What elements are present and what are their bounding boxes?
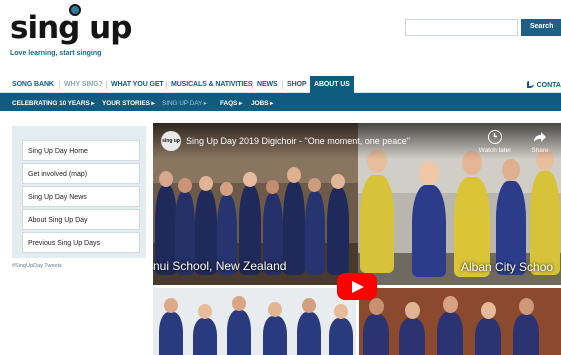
nav-divider: [252, 81, 253, 89]
subnav-celebrating-10-years[interactable]: CELEBRATING 10 YEARS ▸: [12, 93, 95, 111]
nav-about-us[interactable]: ABOUT US: [310, 76, 354, 93]
subnav-jobs[interactable]: JOBS ▸: [251, 93, 273, 111]
clock-icon: [488, 130, 502, 144]
video-scene-bottom-left: [153, 288, 356, 355]
nav-contact[interactable]: CONTA: [526, 76, 561, 93]
video-title[interactable]: Sing Up Day 2019 Digichoir - "One moment…: [186, 136, 410, 146]
sidebar-link-get-involved-map[interactable]: Get involved (map): [22, 163, 140, 184]
sing-up-logo[interactable]: sin g up Love learning, start singing: [10, 4, 132, 64]
watch-later-label: Watch later: [478, 147, 512, 154]
nav-contact-label: CONTA: [536, 82, 561, 89]
sidebar-link-about-sing-up-day[interactable]: About Sing Up Day: [22, 209, 140, 230]
search-button[interactable]: Search: [521, 19, 561, 36]
nav-divider: [282, 81, 283, 89]
youtube-play-button[interactable]: [337, 273, 377, 300]
watch-later-button[interactable]: Watch later: [475, 130, 515, 154]
subnav-your-stories[interactable]: YOUR STORIES ▸: [102, 93, 155, 111]
logo-tagline: Love learning, start singing: [10, 50, 102, 57]
nav-divider: [166, 81, 167, 89]
caption-left-school: nui School, New Zealand: [153, 259, 287, 273]
subnav-faqs[interactable]: FAQS ▸: [220, 93, 242, 111]
play-icon: [352, 281, 364, 293]
sidebar-link-previous-sing-up-days[interactable]: Previous Sing Up Days: [22, 232, 140, 253]
phone-icon: [526, 81, 534, 88]
logo-text-sin: sin: [10, 10, 59, 46]
main-nav: SONG BANK WHY SING? WHAT YOU GET MUSICAL…: [0, 76, 561, 93]
singupday-tweets-link[interactable]: #SingUpDay Tweets: [12, 263, 62, 269]
logo-text-up: up: [79, 10, 132, 46]
sidebar-link-sing-up-day-news[interactable]: Sing Up Day News: [22, 186, 140, 207]
nav-musicals-nativities[interactable]: MUSICALS & NATIVITIES: [171, 76, 252, 93]
caption-right-school: Alban City Schoo: [461, 260, 554, 274]
nav-news[interactable]: NEWS: [257, 76, 278, 93]
youtube-video-embed[interactable]: sing up Sing Up Day 2019 Digichoir - "On…: [153, 123, 561, 355]
nav-shop[interactable]: SHOP: [287, 76, 307, 93]
nav-divider: [106, 81, 107, 89]
share-button[interactable]: Share: [525, 130, 555, 154]
sidebar-link-sing-up-day-home[interactable]: Sing Up Day Home: [22, 140, 140, 161]
nav-song-bank[interactable]: SONG BANK: [12, 76, 54, 93]
sidebar: Sing Up Day Home Get involved (map) Sing…: [12, 126, 146, 258]
nav-why-sing[interactable]: WHY SING?: [64, 76, 103, 93]
share-arrow-icon: [534, 132, 546, 142]
subnav-sing-up-day[interactable]: SING UP DAY ▸: [162, 93, 207, 111]
sub-nav: CELEBRATING 10 YEARS ▸ YOUR STORIES ▸ SI…: [0, 93, 561, 111]
search-input[interactable]: [405, 19, 518, 36]
video-scene-bottom-right: [359, 288, 561, 355]
logo-g-with-mic: g: [58, 4, 82, 48]
share-label: Share: [531, 147, 549, 154]
nav-divider: [59, 81, 60, 89]
channel-avatar[interactable]: sing up: [161, 131, 181, 151]
logo-wordmark: sin g up: [10, 4, 132, 48]
nav-what-you-get[interactable]: WHAT YOU GET: [111, 76, 164, 93]
